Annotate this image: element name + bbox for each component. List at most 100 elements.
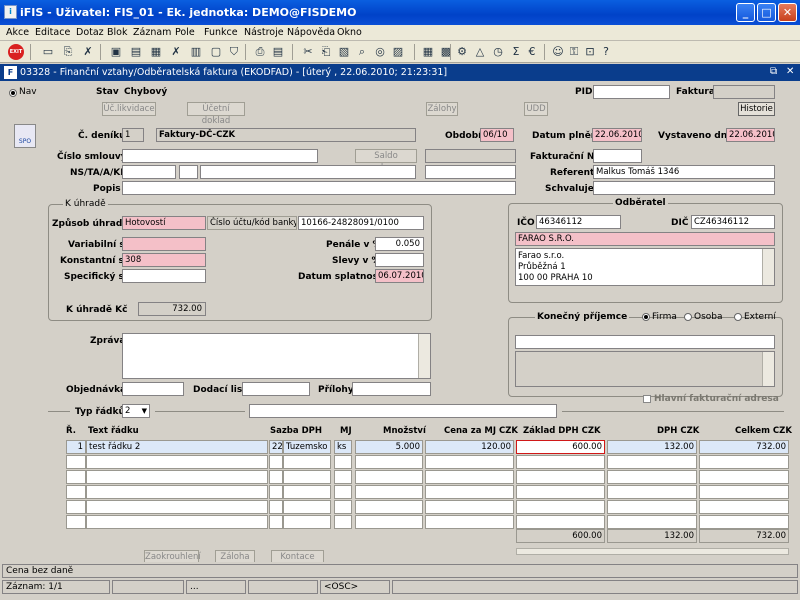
menu-funkce[interactable]: Funkce bbox=[204, 27, 238, 38]
variabilni-field[interactable] bbox=[122, 237, 206, 251]
table-cell[interactable] bbox=[355, 455, 423, 469]
menu-zaznam[interactable]: Záznam bbox=[133, 27, 171, 38]
zpusob-uhrady-field[interactable]: Hotovostí bbox=[122, 216, 206, 230]
dodaci-field[interactable] bbox=[242, 382, 310, 396]
maximize-button[interactable]: □ bbox=[757, 3, 776, 22]
cell-dph[interactable]: 132.00 bbox=[607, 440, 697, 454]
slevy-field[interactable] bbox=[375, 253, 424, 267]
menu-editace[interactable]: Editace bbox=[35, 27, 70, 38]
help-icon[interactable]: ? bbox=[598, 44, 614, 60]
table-cell[interactable] bbox=[355, 485, 423, 499]
copy-record-icon[interactable]: ⎘ bbox=[60, 44, 76, 60]
table-horizontal-scrollbar[interactable] bbox=[516, 548, 789, 555]
cell-mj[interactable]: ks bbox=[334, 440, 352, 454]
table-cell[interactable] bbox=[86, 470, 268, 484]
execute-query-icon[interactable]: ▤ bbox=[128, 44, 144, 60]
list-icon[interactable]: ▥ bbox=[188, 44, 204, 60]
calculator-icon[interactable]: ▩ bbox=[438, 44, 454, 60]
table-cell[interactable] bbox=[66, 500, 86, 514]
menu-dotaz[interactable]: Dotaz bbox=[76, 27, 104, 38]
menu-pole[interactable]: Pole bbox=[175, 27, 195, 38]
copy-icon[interactable]: ⎗ bbox=[318, 44, 334, 60]
filter-icon[interactable]: ⛉ bbox=[226, 44, 242, 60]
ucet-field[interactable]: 10166-24828091/0100 bbox=[298, 216, 424, 230]
table-cell[interactable] bbox=[516, 500, 605, 514]
prijemce-scrollbar[interactable] bbox=[762, 352, 774, 386]
historie-button[interactable]: Historie bbox=[738, 102, 775, 116]
hlavni-checkbox[interactable] bbox=[643, 395, 651, 403]
typ-radku-select[interactable]: 2 ▼ bbox=[122, 404, 150, 418]
table-cell[interactable] bbox=[334, 470, 352, 484]
triangle-icon[interactable]: △ bbox=[472, 44, 488, 60]
table-cell[interactable] bbox=[269, 515, 283, 529]
datum-plneni-field[interactable]: 22.06.2010 bbox=[592, 128, 642, 142]
radio-osoba[interactable] bbox=[684, 313, 692, 321]
cell-zaklad[interactable]: 600.00 bbox=[516, 440, 605, 454]
table-cell[interactable] bbox=[66, 470, 86, 484]
table-cell[interactable] bbox=[269, 470, 283, 484]
ns-field[interactable] bbox=[122, 165, 176, 179]
a-field[interactable] bbox=[200, 165, 416, 179]
table-cell[interactable] bbox=[607, 455, 697, 469]
table-cell[interactable] bbox=[355, 515, 423, 529]
likvidace-button[interactable]: Úč.likvidace bbox=[102, 102, 156, 116]
cell-celkem[interactable]: 732.00 bbox=[699, 440, 789, 454]
ico-field[interactable]: 46346112 bbox=[536, 215, 621, 229]
insert-record-icon[interactable]: ▭ bbox=[40, 44, 56, 60]
table-cell[interactable] bbox=[66, 455, 86, 469]
cut-icon[interactable]: ✂ bbox=[300, 44, 316, 60]
address-scrollbar[interactable] bbox=[762, 249, 774, 285]
c-deniku-field[interactable]: 1 bbox=[122, 128, 144, 142]
referent-field[interactable]: Malkus Tomáš 1346 bbox=[593, 165, 775, 179]
table-cell[interactable] bbox=[699, 485, 789, 499]
table-cell[interactable] bbox=[607, 470, 697, 484]
sum-icon[interactable]: Σ bbox=[508, 44, 524, 60]
radio-externi[interactable] bbox=[734, 313, 742, 321]
table-cell[interactable] bbox=[86, 515, 268, 529]
cell-text[interactable]: test řádku 2 bbox=[86, 440, 268, 454]
udd-button[interactable]: UDD bbox=[524, 102, 548, 116]
close-button[interactable]: ✕ bbox=[778, 3, 797, 22]
table-cell[interactable] bbox=[334, 515, 352, 529]
table-cell[interactable] bbox=[86, 500, 268, 514]
paste-icon[interactable]: ▧ bbox=[336, 44, 352, 60]
table-cell[interactable] bbox=[607, 485, 697, 499]
fakturacni-ns-field[interactable] bbox=[593, 149, 642, 163]
konstantni-field[interactable]: 308 bbox=[122, 253, 206, 267]
table-cell[interactable] bbox=[283, 500, 331, 514]
table-cell[interactable] bbox=[334, 455, 352, 469]
cell-sazba-name[interactable]: Tuzemsko 2 bbox=[283, 440, 331, 454]
exit-icon[interactable]: EXIT bbox=[8, 44, 24, 60]
penale-field[interactable]: 0.050 bbox=[375, 237, 424, 251]
menu-akce[interactable]: Akce bbox=[6, 27, 29, 38]
table-cell[interactable] bbox=[425, 455, 514, 469]
table-cell[interactable] bbox=[283, 485, 331, 499]
user-icon[interactable]: ☺ bbox=[550, 44, 566, 60]
menu-blok[interactable]: Blok bbox=[107, 27, 127, 38]
nav-radio[interactable] bbox=[9, 89, 17, 97]
zprava-scrollbar[interactable] bbox=[418, 334, 430, 378]
clock-icon[interactable]: ◷ bbox=[490, 44, 506, 60]
table-cell[interactable] bbox=[269, 485, 283, 499]
find-icon[interactable]: ◎ bbox=[372, 44, 388, 60]
close-form-icon[interactable]: ✕ bbox=[786, 66, 794, 77]
ucetni-doklad-button[interactable]: Účetní doklad bbox=[187, 102, 245, 126]
table-cell[interactable] bbox=[334, 500, 352, 514]
objednavka-field[interactable] bbox=[122, 382, 184, 396]
table-cell[interactable] bbox=[355, 470, 423, 484]
table-cell[interactable] bbox=[269, 500, 283, 514]
list-view-icon[interactable]: ▢ bbox=[208, 44, 224, 60]
table-cell[interactable] bbox=[66, 485, 86, 499]
table-cell[interactable] bbox=[269, 455, 283, 469]
lock-icon[interactable]: ⊡ bbox=[582, 44, 598, 60]
zalohy-button[interactable]: Zálohy bbox=[426, 102, 458, 116]
spo-icon[interactable]: SPO bbox=[14, 124, 36, 148]
tools-icon[interactable]: ⚙ bbox=[454, 44, 470, 60]
cislo-smlouvy-field[interactable] bbox=[122, 149, 318, 163]
table-cell[interactable] bbox=[283, 455, 331, 469]
cell-r[interactable]: 1 bbox=[66, 440, 86, 454]
restore-icon[interactable]: ⧉ bbox=[770, 66, 777, 77]
table-cell[interactable] bbox=[425, 515, 514, 529]
specificky-field[interactable] bbox=[122, 269, 206, 283]
zprava-textarea[interactable] bbox=[122, 333, 431, 379]
